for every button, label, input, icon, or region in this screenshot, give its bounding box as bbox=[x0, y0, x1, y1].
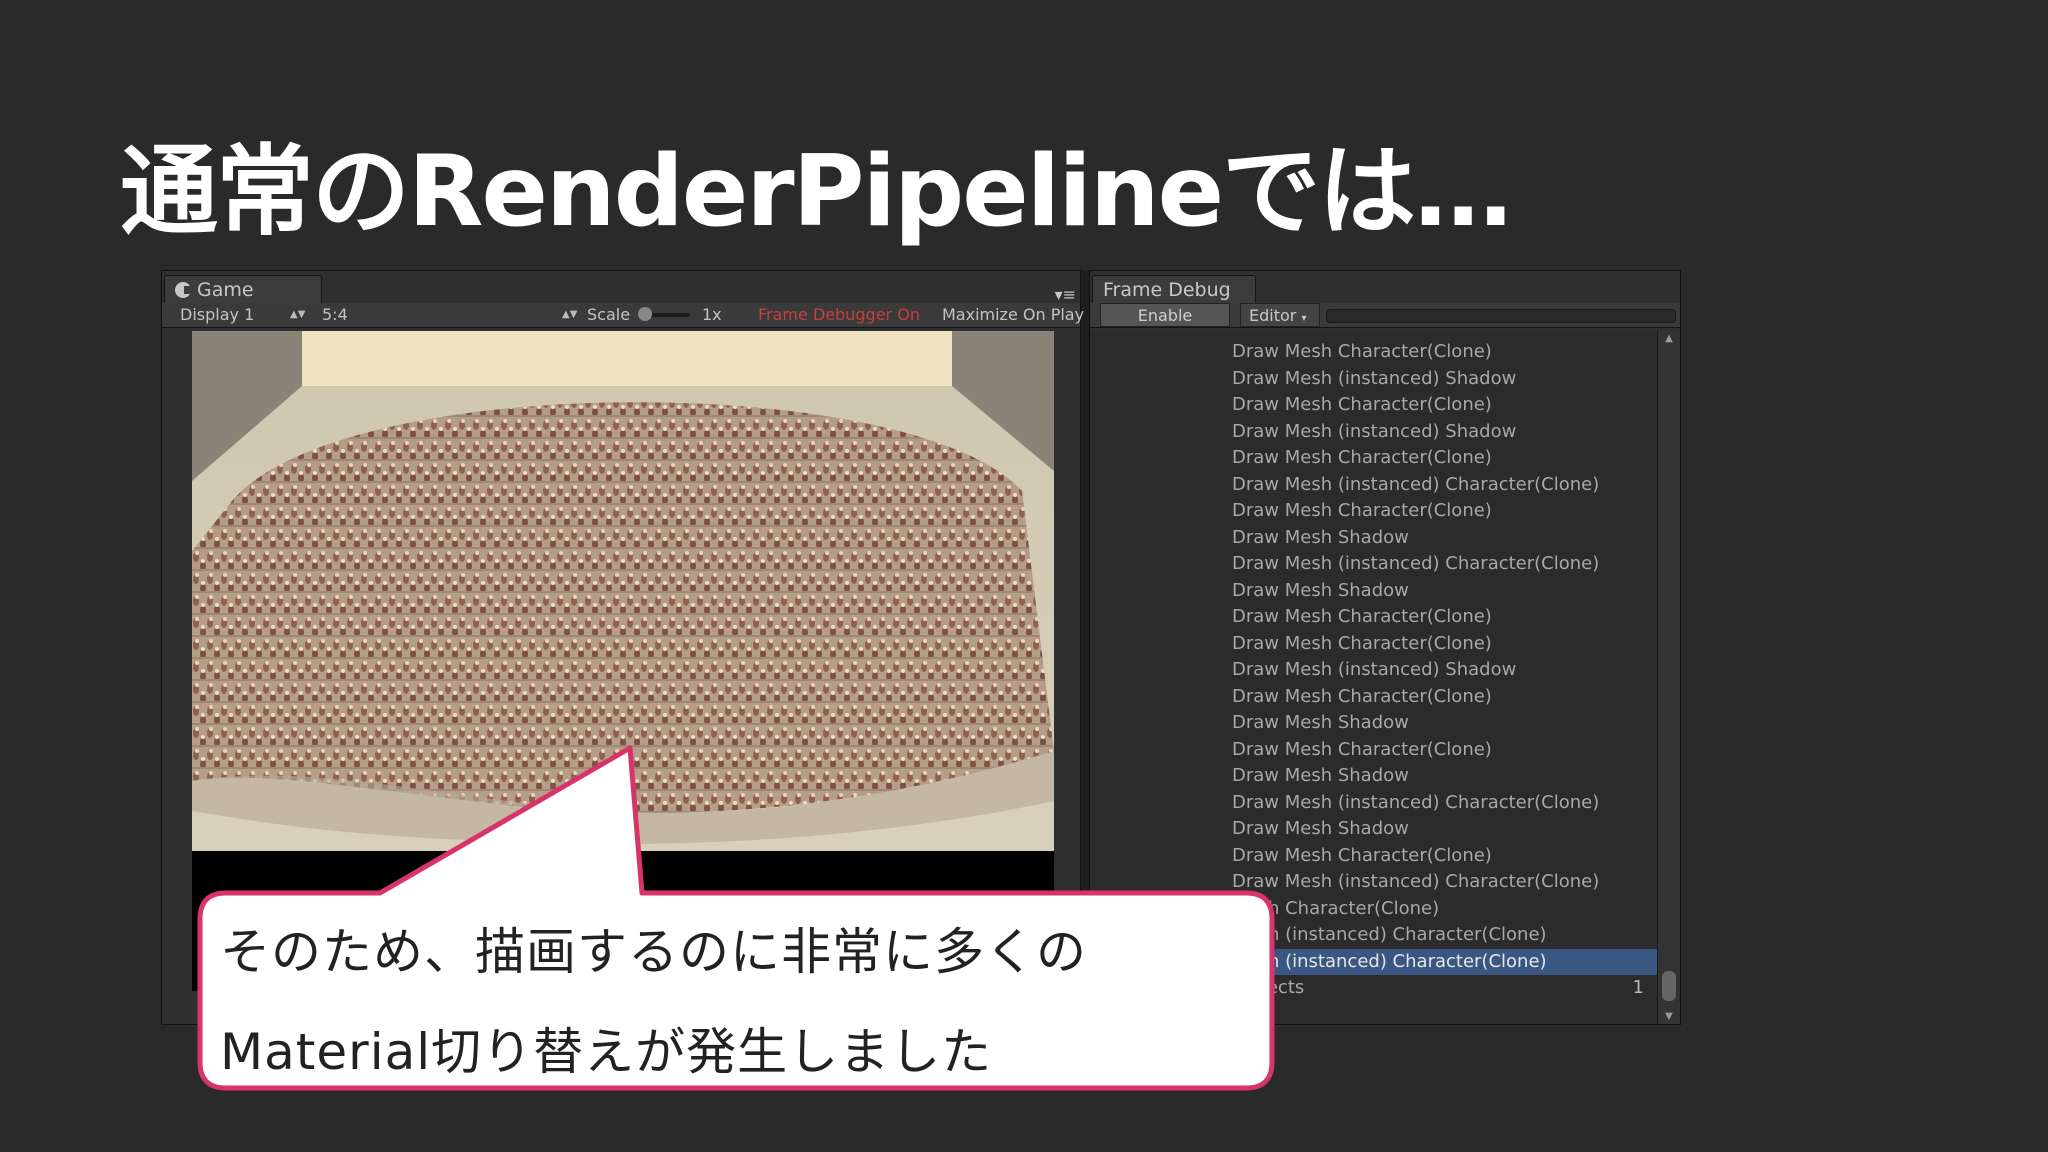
scale-slider-knob[interactable] bbox=[638, 307, 652, 321]
frame-debug-panel: Frame Debug Enable Editor ▾ Draw Mesh Ch… bbox=[1089, 270, 1681, 1025]
tab-game[interactable]: Game bbox=[164, 275, 322, 303]
slide: 通常のRenderPipelineでは… Game ▾≡ Display 1 ▲… bbox=[0, 0, 2048, 1152]
event-row[interactable]: Draw Mesh (instanced) Character(Clone) bbox=[1090, 472, 1658, 498]
event-row-label: Draw Mesh Character(Clone) bbox=[1232, 685, 1492, 707]
event-row[interactable]: Draw Mesh Character(Clone) bbox=[1090, 684, 1658, 710]
event-row-label: Draw Mesh Shadow bbox=[1232, 818, 1409, 839]
chevron-down-icon: ▾ bbox=[1301, 313, 1307, 324]
game-controller-icon bbox=[175, 282, 192, 298]
event-row[interactable]: Draw Mesh Shadow bbox=[1090, 763, 1658, 789]
event-row[interactable]: Draw Mesh Character(Clone) bbox=[1090, 843, 1658, 869]
event-row[interactable]: Draw Mesh (instanced) Shadow bbox=[1090, 419, 1658, 445]
event-row-label: Mesh (instanced) Character(Clone) bbox=[1232, 950, 1547, 972]
editor-dropdown[interactable]: Editor ▾ bbox=[1240, 303, 1320, 327]
event-row[interactable]: Draw Mesh (instanced) Character(Clone) bbox=[1090, 790, 1658, 816]
event-row-label: Draw Mesh Character(Clone) bbox=[1232, 447, 1492, 468]
tab-game-label: Game bbox=[197, 279, 254, 301]
event-row[interactable]: Draw Mesh (instanced) Character(Clone) bbox=[1090, 869, 1658, 895]
event-row[interactable]: Draw Mesh Character(Clone) bbox=[1090, 604, 1658, 630]
game-viewport[interactable] bbox=[192, 331, 1054, 991]
event-slider[interactable] bbox=[1326, 309, 1676, 323]
event-row[interactable]: Draw Mesh Shadow bbox=[1090, 710, 1658, 736]
game-toolbar: Display 1 ▲▼ 5:4 ▲▼ Scale 1x Frame Debug… bbox=[162, 303, 1084, 328]
event-row[interactable]: Draw Mesh (instanced) Shadow bbox=[1090, 366, 1658, 392]
callout-line-1: そのため、描画するのに非常に多くの bbox=[220, 923, 1087, 981]
event-row-label: Draw Mesh Shadow bbox=[1232, 526, 1409, 548]
tab-frame-debug-label: Frame Debug bbox=[1103, 279, 1231, 301]
scroll-down-icon[interactable]: ▼ bbox=[1658, 1011, 1680, 1022]
event-row[interactable]: Draw Mesh Character(Clone) bbox=[1090, 737, 1658, 763]
event-row[interactable]: Mesh Character(Clone) bbox=[1090, 896, 1658, 922]
event-row-label: Draw Mesh Shadow bbox=[1232, 579, 1409, 601]
event-row[interactable]: Mesh (instanced) Character(Clone) bbox=[1090, 922, 1658, 948]
display-dropdown-arrows-icon: ▲▼ bbox=[290, 309, 306, 320]
event-row-label: Draw Mesh Character(Clone) bbox=[1232, 500, 1492, 521]
display-dropdown[interactable]: Display 1 bbox=[180, 303, 254, 327]
event-list: Draw Mesh Character(Clone) Draw Mesh (ins… bbox=[1090, 331, 1658, 1025]
event-row[interactable]: Draw Mesh Shadow bbox=[1090, 578, 1658, 604]
aspect-dropdown[interactable]: 5:4 bbox=[322, 303, 348, 327]
event-row[interactable]: Draw Mesh Shadow bbox=[1090, 525, 1658, 551]
event-row-label: Draw Mesh (instanced) Character(Clone) bbox=[1232, 553, 1600, 574]
event-row-label: Draw Mesh Character(Clone) bbox=[1232, 632, 1492, 654]
event-row-label: Draw Mesh Shadow bbox=[1232, 712, 1409, 733]
event-row[interactable]: Draw Mesh Character(Clone) bbox=[1090, 392, 1658, 418]
event-row[interactable]: Draw Mesh (instanced) Character(Clone) bbox=[1090, 551, 1658, 577]
scale-value: 1x bbox=[702, 305, 722, 324]
event-row[interactable]: Draw Mesh Shadow bbox=[1090, 816, 1658, 842]
event-row-label: Mesh Character(Clone) bbox=[1232, 897, 1440, 919]
frame-debugger-status: Frame Debugger On bbox=[758, 305, 920, 324]
aspect-dropdown-arrows-icon: ▲▼ bbox=[562, 309, 578, 320]
scale-label: Scale bbox=[587, 305, 631, 324]
event-row-label: Draw Mesh (instanced) Shadow bbox=[1232, 367, 1517, 389]
event-row[interactable]: Draw Mesh Character(Clone) bbox=[1090, 631, 1658, 657]
maximize-on-play-toggle[interactable]: Maximize On Play bbox=[942, 303, 1084, 327]
event-row-count: 1 bbox=[1632, 977, 1644, 998]
tab-frame-debug[interactable]: Frame Debug bbox=[1092, 275, 1256, 303]
event-row-label: eEffects bbox=[1232, 977, 1305, 998]
event-row[interactable]: eEffects 1 bbox=[1090, 975, 1658, 1001]
event-row-label: Draw Mesh Character(Clone) bbox=[1232, 341, 1492, 362]
panel-menu-icon[interactable]: ▾≡ bbox=[1055, 285, 1076, 304]
event-list-scrollbar[interactable]: ▲ ▼ bbox=[1657, 331, 1680, 1024]
event-row-label: Draw Mesh (instanced) Shadow bbox=[1232, 420, 1517, 442]
event-row-label: Mesh (instanced) Character(Clone) bbox=[1232, 924, 1547, 945]
event-row[interactable]: Draw Mesh Character(Clone) bbox=[1090, 498, 1658, 524]
event-row-label: Draw Mesh (instanced) Character(Clone) bbox=[1232, 473, 1600, 495]
event-row-label: Draw Mesh (instanced) Character(Clone) bbox=[1232, 791, 1600, 813]
event-row-label: Draw Mesh Character(Clone) bbox=[1232, 606, 1492, 627]
event-row[interactable]: Draw Mesh Character(Clone) bbox=[1090, 445, 1658, 471]
scrollbar-thumb[interactable] bbox=[1662, 971, 1676, 1001]
scroll-up-icon[interactable]: ▲ bbox=[1658, 333, 1680, 344]
frame-debug-toolbar: Enable Editor ▾ bbox=[1090, 303, 1680, 328]
event-row[interactable]: Draw Mesh Character(Clone) bbox=[1090, 339, 1658, 365]
event-row-label: Draw Mesh Character(Clone) bbox=[1232, 394, 1492, 415]
event-row-label: Draw Mesh Character(Clone) bbox=[1232, 844, 1492, 866]
event-row-label: Draw Mesh (instanced) Character(Clone) bbox=[1232, 871, 1600, 892]
crowd-scene-render bbox=[192, 331, 1054, 991]
event-row-label: Draw Mesh Character(Clone) bbox=[1232, 738, 1492, 760]
scale-slider[interactable] bbox=[638, 307, 690, 321]
event-row[interactable]: Mesh (instanced) Character(Clone) bbox=[1090, 948, 1658, 975]
event-row-label: nic bbox=[1232, 1003, 1259, 1025]
editor-dropdown-label: Editor bbox=[1249, 306, 1297, 325]
event-row-label: Draw Mesh (instanced) Shadow bbox=[1232, 659, 1517, 680]
event-row-label: Draw Mesh Shadow bbox=[1232, 765, 1409, 786]
enable-button[interactable]: Enable bbox=[1100, 303, 1230, 327]
event-row[interactable]: nic bbox=[1090, 1002, 1658, 1028]
callout-line-2: Material切り替えが発生しました bbox=[220, 1023, 993, 1081]
slide-title: 通常のRenderPipelineでは… bbox=[120, 135, 1512, 249]
event-row[interactable]: Draw Mesh (instanced) Shadow bbox=[1090, 657, 1658, 683]
